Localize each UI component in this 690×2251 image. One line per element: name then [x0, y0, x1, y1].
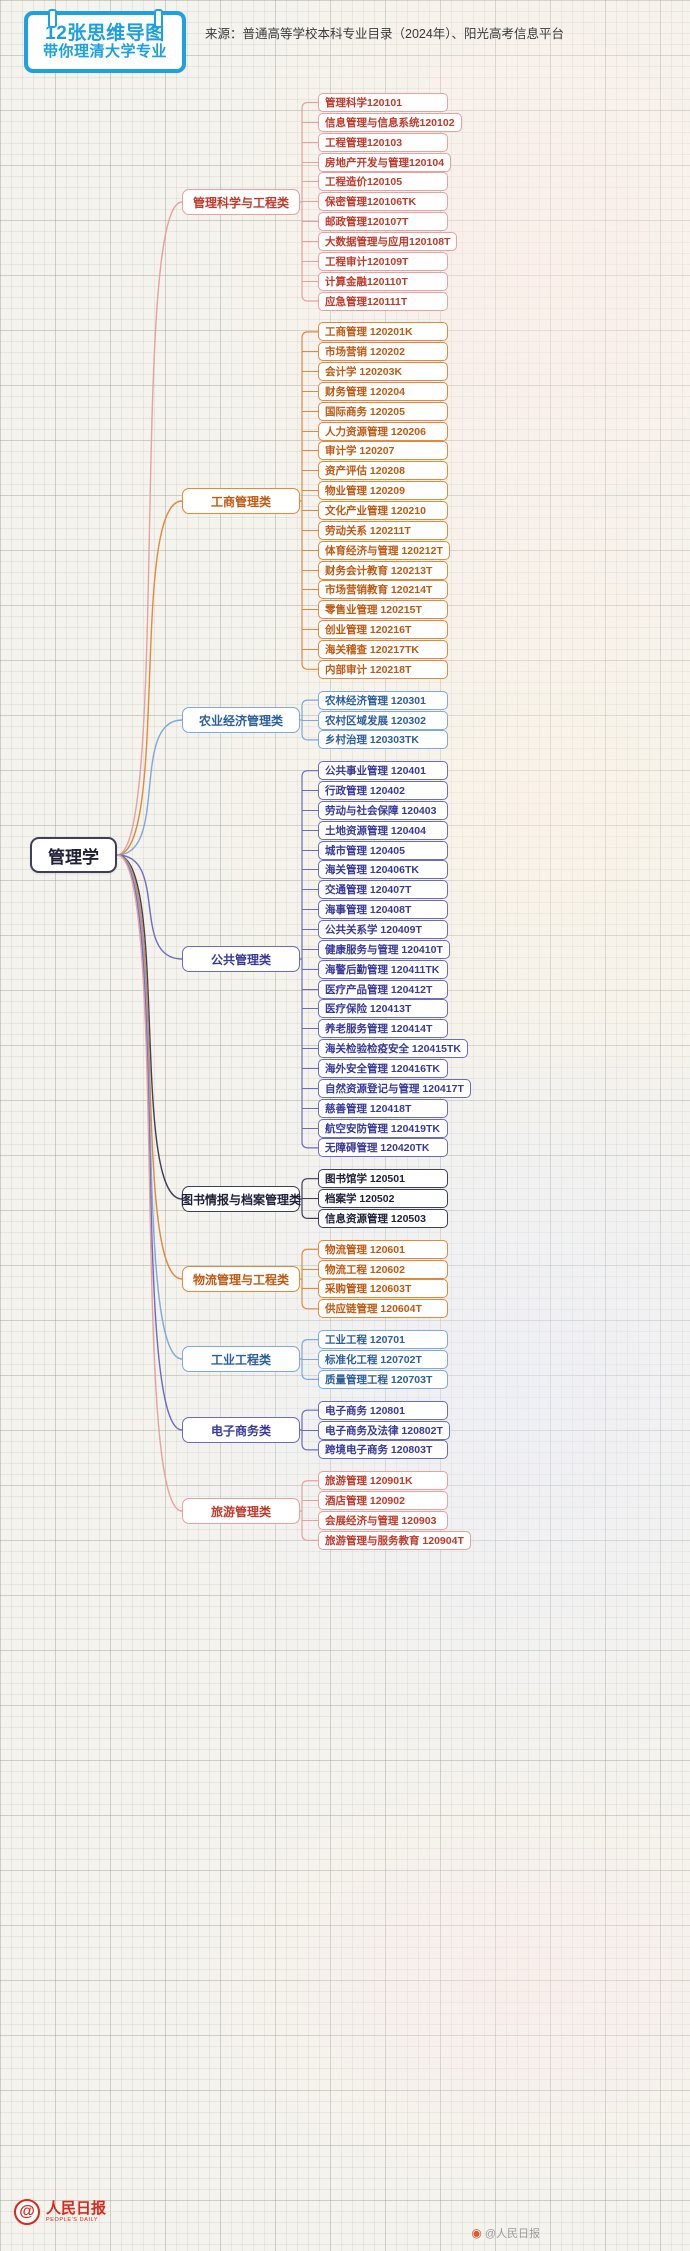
- leaf-node[interactable]: 资产评估 120208: [318, 461, 448, 480]
- leaf-node[interactable]: 旅游管理与服务教育 120904T: [318, 1531, 471, 1550]
- leaf-node[interactable]: 行政管理 120402: [318, 781, 448, 800]
- branch-node[interactable]: 工业工程类: [182, 1346, 300, 1372]
- leaf-node[interactable]: 公共事业管理 120401: [318, 761, 448, 780]
- branch-node[interactable]: 图书情报与档案管理类: [181, 1186, 301, 1212]
- leaf-node[interactable]: 物流管理 120601: [318, 1240, 448, 1259]
- leaf-node[interactable]: 档案学 120502: [318, 1189, 448, 1208]
- leaf-node[interactable]: 工程管理120103: [318, 133, 448, 152]
- leaf-node[interactable]: 海警后勤管理 120411TK: [318, 960, 448, 979]
- root-node[interactable]: 管理学: [30, 837, 117, 873]
- leaf-node[interactable]: 海关检验检疫安全 120415TK: [318, 1039, 468, 1058]
- binder-clip-right-icon: [154, 9, 163, 28]
- leaf-node[interactable]: 土地资源管理 120404: [318, 821, 448, 840]
- leaf-node[interactable]: 创业管理 120216T: [318, 620, 448, 639]
- leaf-node[interactable]: 公共关系学 120409T: [318, 920, 448, 939]
- leaf-node[interactable]: 采购管理 120603T: [318, 1279, 448, 1298]
- leaf-node[interactable]: 财务会计教育 120213T: [318, 561, 448, 580]
- weibo-credit: ◉ @人民日报: [471, 2225, 540, 2241]
- leaf-node[interactable]: 劳动关系 120211T: [318, 521, 448, 540]
- leaf-node[interactable]: 海关管理 120406TK: [318, 860, 448, 879]
- branch-node[interactable]: 公共管理类: [182, 946, 300, 972]
- leaf-node[interactable]: 无障碍管理 120420TK: [318, 1138, 448, 1157]
- leaf-node[interactable]: 电子商务及法律 120802T: [318, 1421, 450, 1440]
- mindmap-nodes: 管理学 管理科学与工程类 管理科学120101 信息管理与信息系统120102 工程管理…: [0, 0, 690, 2251]
- leaf-node[interactable]: 会展经济与管理 120903: [318, 1511, 448, 1530]
- leaf-node[interactable]: 乡村治理 120303TK: [318, 730, 448, 749]
- leaf-node[interactable]: 体育经济与管理 120212T: [318, 541, 450, 560]
- weibo-eye-icon: ◉: [471, 2226, 482, 2240]
- branch-node[interactable]: 物流管理与工程类: [182, 1266, 300, 1292]
- leaf-node[interactable]: 邮政管理120107T: [318, 212, 448, 231]
- leaf-node[interactable]: 保密管理120106TK: [318, 192, 448, 211]
- leaf-node[interactable]: 工商管理 120201K: [318, 322, 448, 341]
- leaf-node[interactable]: 内部审计 120218T: [318, 660, 448, 679]
- branch-node[interactable]: 旅游管理类: [182, 1498, 300, 1524]
- leaf-node[interactable]: 农村区域发展 120302: [318, 711, 448, 730]
- banner-line-2: 带你理清大学专业: [42, 43, 167, 61]
- leaf-node[interactable]: 劳动与社会保障 120403: [318, 801, 448, 820]
- leaf-node[interactable]: 大数据管理与应用120108T: [318, 232, 458, 251]
- leaf-node[interactable]: 应急管理120111T: [318, 292, 448, 311]
- leaf-node[interactable]: 图书馆学 120501: [318, 1169, 448, 1188]
- leaf-node[interactable]: 供应链管理 120604T: [318, 1299, 448, 1318]
- leaf-node[interactable]: 信息资源管理 120503: [318, 1209, 448, 1228]
- weibo-handle: @人民日报: [484, 2228, 540, 2240]
- branch-node[interactable]: 工商管理类: [182, 488, 300, 514]
- leaf-node[interactable]: 人力资源管理 120206: [318, 422, 448, 441]
- binder-clip-left-icon: [48, 9, 57, 28]
- leaf-node[interactable]: 医疗产品管理 120412T: [318, 980, 448, 999]
- leaf-node[interactable]: 会计学 120203K: [318, 362, 448, 381]
- leaf-node[interactable]: 市场营销教育 120214T: [318, 580, 448, 599]
- leaf-node[interactable]: 标准化工程 120702T: [318, 1350, 448, 1369]
- leaf-node[interactable]: 信息管理与信息系统120102: [318, 113, 462, 132]
- leaf-node[interactable]: 审计学 120207: [318, 441, 448, 460]
- leaf-node[interactable]: 健康服务与管理 120410T: [318, 940, 450, 959]
- leaf-node[interactable]: 医疗保险 120413T: [318, 999, 448, 1018]
- leaf-node[interactable]: 跨境电子商务 120803T: [318, 1440, 448, 1459]
- leaf-node[interactable]: 城市管理 120405: [318, 841, 448, 860]
- source-note: 来源：普通高等学校本科专业目录（2024年）、阳光高考信息平台: [205, 27, 565, 41]
- leaf-node[interactable]: 慈善管理 120418T: [318, 1099, 448, 1118]
- leaf-node[interactable]: 航空安防管理 120419TK: [318, 1119, 448, 1138]
- publisher-name-cn: 人民日报: [46, 2200, 107, 2218]
- title-banner: 12张思维导图 带你理清大学专业: [24, 9, 186, 73]
- leaf-node[interactable]: 交通管理 120407T: [318, 880, 448, 899]
- publisher-logo: @ 人民日报 PEOPLE'S DAILY: [14, 2199, 106, 2225]
- branch-node[interactable]: 电子商务类: [182, 1417, 300, 1443]
- leaf-node[interactable]: 海关稽查 120217TK: [318, 640, 448, 659]
- leaf-node[interactable]: 物业管理 120209: [318, 481, 448, 500]
- leaf-node[interactable]: 工程审计120109T: [318, 252, 448, 271]
- leaf-node[interactable]: 质量管理工程 120703T: [318, 1370, 448, 1389]
- leaf-node[interactable]: 海外安全管理 120416TK: [318, 1059, 448, 1078]
- leaf-node[interactable]: 管理科学120101: [318, 93, 448, 112]
- leaf-node[interactable]: 电子商务 120801: [318, 1401, 448, 1420]
- leaf-node[interactable]: 房地产开发与管理120104: [318, 153, 452, 172]
- leaf-node[interactable]: 物流工程 120602: [318, 1260, 448, 1279]
- leaf-node[interactable]: 市场营销 120202: [318, 342, 448, 361]
- leaf-node[interactable]: 国际商务 120205: [318, 402, 448, 421]
- leaf-node[interactable]: 计算金融120110T: [318, 272, 448, 291]
- leaf-node[interactable]: 财务管理 120204: [318, 382, 448, 401]
- branch-node[interactable]: 管理科学与工程类: [182, 189, 300, 215]
- leaf-node[interactable]: 文化产业管理 120210: [318, 501, 448, 520]
- leaf-node[interactable]: 海事管理 120408T: [318, 900, 448, 919]
- leaf-node[interactable]: 酒店管理 120902: [318, 1491, 448, 1510]
- branch-node[interactable]: 农业经济管理类: [182, 707, 300, 733]
- leaf-node[interactable]: 旅游管理 120901K: [318, 1471, 448, 1490]
- leaf-node[interactable]: 零售业管理 120215T: [318, 600, 448, 619]
- publisher-name-en: PEOPLE'S DAILY: [46, 2216, 99, 2223]
- leaf-node[interactable]: 自然资源登记与管理 120417T: [318, 1079, 471, 1098]
- leaf-node[interactable]: 工程造价120105: [318, 172, 448, 191]
- leaf-node[interactable]: 农林经济管理 120301: [318, 691, 448, 710]
- leaf-node[interactable]: 工业工程 120701: [318, 1330, 448, 1349]
- leaf-node[interactable]: 养老服务管理 120414T: [318, 1019, 448, 1038]
- at-mark-icon: @: [14, 2199, 40, 2225]
